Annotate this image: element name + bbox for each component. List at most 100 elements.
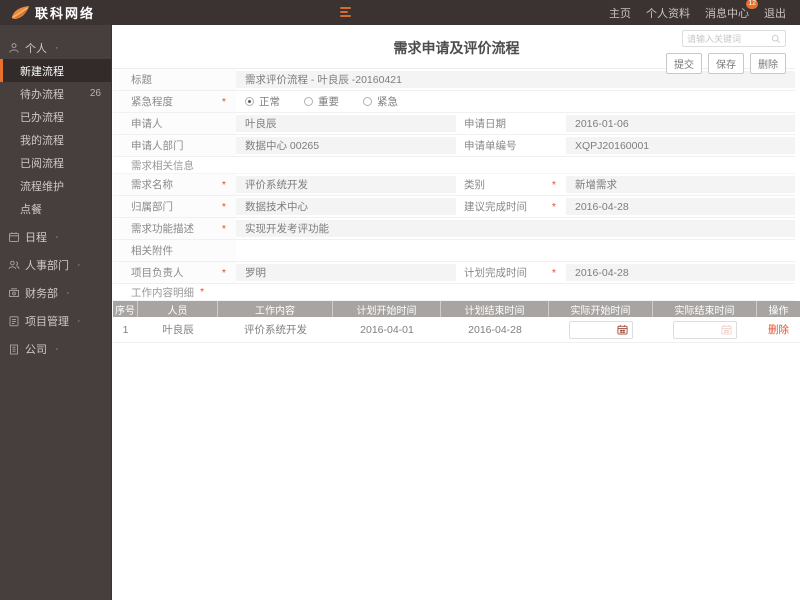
attachment-value [236, 242, 795, 259]
finance-icon [9, 287, 19, 297]
brand-name: 联科网络 [35, 6, 96, 21]
table-header-row: 序号 人员 工作内容 计划开始时间 计划结束时间 实际开始时间 实际结束时间 操… [113, 301, 800, 317]
category-value: 新增需求 [566, 176, 795, 193]
form-row-department: 申请人部门 数据中心 00265 申请单编号 XQPJ20160001 [113, 135, 795, 157]
sidebar-item-label: 流程维护 [20, 180, 64, 193]
form-row-urgency: 紧急程度 * 正常 重要 紧急 [113, 91, 795, 113]
caret-icon: · [77, 258, 81, 271]
caret-icon: · [77, 314, 81, 327]
caret-icon: · [55, 342, 59, 355]
sidebar-item-my-process[interactable]: 我的流程 [0, 128, 111, 151]
request-name-value: 评价系统开发 [236, 176, 456, 193]
sidebar-item-read-process[interactable]: 已阅流程 [0, 151, 111, 174]
topbar: 联科网络 主页 个人资料 消息中心 12 退出 [0, 0, 800, 25]
sidebar-group-label: 公司 [25, 343, 47, 356]
sidebar-group-label: 项目管理 [25, 315, 69, 328]
delete-button[interactable]: 删除 [750, 53, 786, 74]
sidebar-item-todo-process[interactable]: 待办流程 26 [0, 82, 111, 105]
sidebar-item-done-process[interactable]: 已办流程 [0, 105, 111, 128]
sidebar-group-label: 财务部 [25, 287, 58, 300]
plan-finish-value: 2016-04-28 [566, 264, 795, 281]
project-owner-value: 罗明 [236, 264, 456, 281]
save-button[interactable]: 保存 [708, 53, 744, 74]
actual-end-date-input[interactable] [673, 320, 737, 339]
table-row: 1 叶良辰 评价系统开发 2016-04-01 2016-04-28 删除 [113, 317, 800, 343]
person-icon [9, 42, 19, 53]
nav-home[interactable]: 主页 [609, 5, 631, 21]
work-detail-table: 序号 人员 工作内容 计划开始时间 计划结束时间 实际开始时间 实际结束时间 操… [113, 301, 800, 343]
actual-start-date-input[interactable] [569, 320, 633, 339]
sidebar-group-schedule[interactable]: 日程 · [0, 225, 111, 248]
nav-profile[interactable]: 个人资料 [646, 5, 690, 21]
col-header-actual-end: 实际结束时间 [653, 301, 757, 317]
caret-icon: · [55, 230, 59, 243]
sidebar-group-finance[interactable]: 财务部 · [0, 281, 111, 304]
sidebar-group-label: 人事部门 [25, 259, 69, 272]
apply-date-value: 2016-01-06 [566, 115, 795, 132]
sidebar-collapse-icon[interactable] [340, 7, 352, 19]
required-mark: * [221, 95, 226, 108]
row-delete-link[interactable]: 删除 [768, 322, 789, 337]
calendar-icon [9, 231, 19, 242]
nav-logout[interactable]: 退出 [764, 5, 786, 21]
sidebar-item-label: 新建流程 [20, 65, 64, 78]
cell-plan-end: 2016-04-28 [468, 323, 522, 336]
section-request-info: 需求相关信息 [113, 157, 795, 174]
nav-messages[interactable]: 消息中心 12 [705, 0, 758, 21]
main-content: 需求申请及评价流程 提交 保存 删除 标题 需求评价流程 - 叶良辰 -2016… [113, 25, 800, 600]
sidebar-item-label: 已办流程 [20, 111, 64, 124]
radio-unchecked-icon [304, 97, 313, 106]
search-icon[interactable] [771, 34, 781, 44]
col-header-plan-start: 计划开始时间 [333, 301, 441, 317]
col-header-index: 序号 [113, 301, 138, 317]
brand[interactable]: 联科网络 [0, 3, 95, 22]
sidebar-item-order-meal[interactable]: 点餐 [0, 197, 111, 220]
form-row-attachment: 相关附件 [113, 240, 795, 262]
submit-button[interactable]: 提交 [666, 53, 702, 74]
field-label: 归属部门 * [113, 196, 236, 217]
radio-normal[interactable]: 正常 [245, 94, 280, 109]
field-label: 申请日期 [464, 118, 506, 130]
sidebar-item-label: 点餐 [20, 203, 42, 216]
description-value: 实现开发考评功能 [236, 220, 795, 237]
radio-urgent[interactable]: 紧急 [363, 94, 398, 109]
field-label: 紧急程度 * [113, 91, 236, 112]
radio-checked-icon [245, 97, 254, 106]
project-icon [9, 315, 19, 326]
action-buttons: 提交 保存 删除 [666, 53, 786, 74]
radio-important[interactable]: 重要 [304, 94, 339, 109]
request-no-value: XQPJ20160001 [566, 137, 795, 154]
field-label: 需求功能描述 * [113, 218, 236, 239]
cell-index: 1 [122, 323, 129, 336]
calendar-icon [721, 324, 732, 335]
message-count-badge: 12 [746, 0, 758, 9]
field-label: 申请人部门 [113, 135, 236, 156]
field-label: 需求名称 * [113, 174, 236, 195]
section-work-detail: 工作内容明细 * [113, 284, 795, 301]
sidebar-item-new-process[interactable]: 新建流程 [0, 59, 111, 82]
required-mark: * [200, 286, 205, 298]
sidebar-group-personal[interactable]: 个人 · [0, 36, 111, 59]
required-mark: * [221, 266, 226, 279]
todo-count-badge: 26 [89, 88, 101, 99]
cell-operation: 删除 [757, 322, 800, 337]
urgency-options: 正常 重要 紧急 [236, 93, 795, 110]
search-input[interactable] [683, 33, 771, 44]
cell-plan-start: 2016-04-01 [360, 323, 414, 336]
caret-icon: · [55, 41, 59, 54]
sidebar: 个人 · 新建流程 待办流程 26 已办流程 我的流程 已阅流程 流程维护 点餐… [0, 25, 112, 600]
sidebar-group-label: 日程 [25, 231, 47, 244]
field-label: 项目负责人 * [113, 262, 236, 283]
required-mark: * [551, 178, 556, 191]
cell-work: 评价系统开发 [244, 324, 307, 336]
sidebar-group-project[interactable]: 项目管理 · [0, 309, 111, 332]
applicant-value: 叶良辰 [236, 115, 456, 132]
sidebar-item-process-maintain[interactable]: 流程维护 [0, 174, 111, 197]
sidebar-item-label: 我的流程 [20, 134, 64, 147]
field-label: 类别 * [464, 178, 556, 192]
sidebar-group-company[interactable]: 公司 · [0, 337, 111, 360]
form-row-project-owner: 项目负责人 * 罗明 计划完成时间 * 2016-04-28 [113, 262, 795, 284]
sidebar-group-hr[interactable]: 人事部门 · [0, 253, 111, 276]
form-row-description: 需求功能描述 * 实现开发考评功能 [113, 218, 795, 240]
form-row-owner-dept: 归属部门 * 数据技术中心 建议完成时间 * 2016-04-28 [113, 196, 795, 218]
